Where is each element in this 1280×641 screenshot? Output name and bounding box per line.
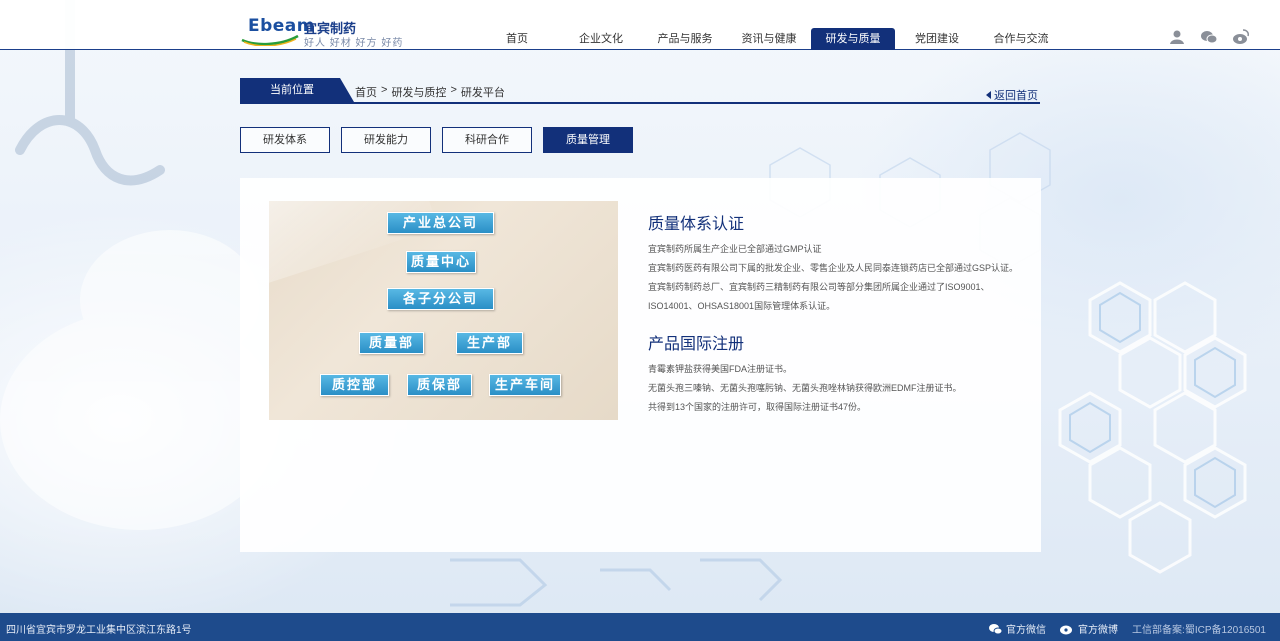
nav-party[interactable]: 党团建设 [895, 28, 979, 50]
logo-slogan: 好人 好材 好方 好药 [304, 38, 404, 49]
org-node-qa: 质保部 [407, 374, 472, 396]
footer-weibo-link[interactable]: 官方微博 [1060, 621, 1118, 636]
sub-tabs: 研发体系 研发能力 科研合作 质量管理 [240, 127, 633, 153]
breadcrumb-path: 首页 > 研发与质控 > 研发平台 [355, 84, 505, 100]
breadcrumb-item-current: 研发平台 [460, 87, 505, 99]
section-title: 产品国际注册 [648, 336, 745, 353]
section-title: 质量体系认证 [648, 216, 745, 233]
org-node-workshop: 生产车间 [489, 374, 561, 396]
org-node-quality-dept: 质量部 [359, 332, 424, 354]
org-node-qc: 质控部 [320, 374, 389, 396]
nav-culture[interactable]: 企业文化 [559, 28, 643, 50]
nav-news-health[interactable]: 资讯与健康 [727, 28, 811, 50]
tab-quality-management[interactable]: 质量管理 [543, 127, 633, 153]
site-header: Ebeam 宜宾制药 好人 好材 好方 好药 首页 企业文化 产品与服务 资讯与… [0, 0, 1280, 50]
site-footer: 四川省宜宾市罗龙工业集中区滨江东路1号 官方微信 官方微博 工信部备案:蜀ICP… [0, 613, 1280, 641]
tab-rd-system[interactable]: 研发体系 [240, 127, 330, 153]
footer-links: 官方微信 官方微博 工信部备案:蜀ICP备12016501 [988, 621, 1266, 636]
breadcrumb-item-rd[interactable]: 研发与质控 [391, 84, 446, 100]
org-node-subsidiaries: 各子分公司 [387, 288, 494, 310]
breadcrumb-separator: > [450, 84, 457, 96]
nav-rd-quality[interactable]: 研发与质量 [811, 28, 895, 50]
content-panel: 产业总公司 质量中心 各子分公司 质量部 生产部 质控部 质保部 生产车间 质量… [240, 178, 1041, 552]
org-node-head-company: 产业总公司 [387, 212, 494, 234]
footer-icp: 工信部备案:蜀ICP备12016501 [1132, 625, 1266, 636]
breadcrumb: 当前位置 首页 > 研发与质控 > 研发平台 返回首页 [240, 78, 1040, 104]
weibo-icon[interactable] [1232, 28, 1250, 46]
logo-swoosh-icon [241, 34, 299, 46]
section-quality-certification: 质量体系认证 宜宾制药所属生产企业已全部通过GMP认证 宜宾制药医药有限公司下属… [648, 210, 1018, 316]
breadcrumb-separator: > [381, 84, 388, 96]
section-international-registration: 产品国际注册 青霉素钾盐获得美国FDA注册证书。 无菌头孢三嗪钠、无菌头孢噻肟钠… [648, 330, 1018, 417]
footer-wechat-link[interactable]: 官方微信 [988, 621, 1046, 636]
paragraph: 共得到13个国家的注册许可，取得国际注册证书47份。 [648, 402, 867, 412]
paragraph: 宜宾制药所属生产企业已全部通过GMP认证 [648, 244, 822, 254]
wechat-icon [989, 623, 1003, 634]
back-home-label: 返回首页 [994, 90, 1038, 102]
breadcrumb-label: 当前位置 [240, 78, 354, 102]
wechat-icon[interactable] [1200, 28, 1218, 46]
main-nav: 首页 企业文化 产品与服务 资讯与健康 研发与质量 党团建设 合作与交流 [475, 28, 1063, 50]
header-icons [1168, 28, 1250, 46]
footer-wechat-label: 官方微信 [1006, 625, 1047, 636]
user-icon[interactable] [1168, 28, 1186, 46]
breadcrumb-item-home[interactable]: 首页 [355, 84, 377, 100]
logo[interactable]: Ebeam 宜宾制药 好人 好材 好方 好药 [240, 12, 410, 49]
nav-products[interactable]: 产品与服务 [643, 28, 727, 50]
nav-cooperation[interactable]: 合作与交流 [979, 28, 1063, 50]
nav-home[interactable]: 首页 [475, 28, 559, 50]
org-node-quality-center: 质量中心 [406, 251, 476, 273]
org-chart-image: 产业总公司 质量中心 各子分公司 质量部 生产部 质控部 质保部 生产车间 [269, 201, 618, 420]
weibo-icon [1060, 625, 1073, 634]
paragraph: 宜宾制药医药有限公司下属的批发企业、零售企业及人民同泰连锁药店已全部通过GSP认… [648, 263, 1019, 273]
footer-address: 四川省宜宾市罗龙工业集中区滨江东路1号 [6, 625, 192, 636]
footer-weibo-label: 官方微博 [1078, 625, 1119, 636]
tab-research-cooperation[interactable]: 科研合作 [442, 127, 532, 153]
breadcrumb-divider [240, 102, 1040, 104]
paragraph: 宜宾制药制药总厂、宜宾制药三精制药有限公司等部分集团所属企业通过了ISO9001… [648, 282, 990, 311]
paragraph: 无菌头孢三嗪钠、无菌头孢噻肟钠、无菌头孢唑林钠获得欧洲EDMF注册证书。 [648, 383, 962, 393]
paragraph: 青霉素钾盐获得美国FDA注册证书。 [648, 364, 793, 374]
back-home-link[interactable]: 返回首页 [986, 87, 1038, 103]
tab-rd-capability[interactable]: 研发能力 [341, 127, 431, 153]
quality-text: 质量体系认证 宜宾制药所属生产企业已全部通过GMP认证 宜宾制药医药有限公司下属… [648, 210, 1018, 417]
org-node-production-dept: 生产部 [456, 332, 523, 354]
caret-left-icon [986, 91, 991, 99]
